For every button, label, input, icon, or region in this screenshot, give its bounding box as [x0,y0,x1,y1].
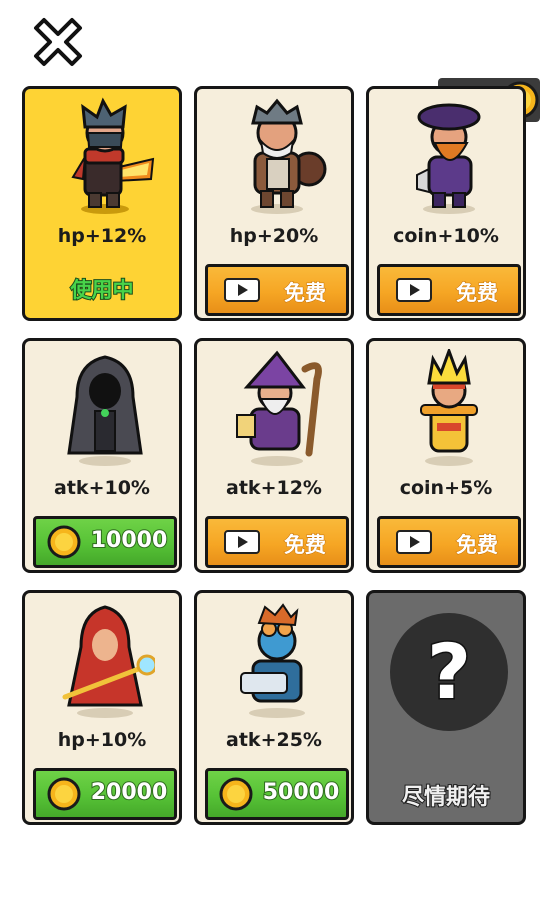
free-unlock-button[interactable]: 免费 [377,516,521,568]
free-unlock-button[interactable]: 免费 [205,516,349,568]
character-card-2[interactable]: hp+20% 免费 [194,86,354,321]
coming-soon-label: 尽情期待 [401,784,491,811]
locked-character-card: ? 尽情期待 [366,590,526,825]
goggles-engineer-portrait [240,603,305,718]
coin-icon [47,525,81,559]
golden-hero-portrait [420,349,478,466]
question-mark: ? [425,626,472,718]
free-unlock-button[interactable]: 免费 [377,264,521,316]
red-mage-portrait [62,605,155,718]
question-mark-icon: ? [390,613,508,731]
character-card-8[interactable]: atk+25% 50000 [194,590,354,825]
button-label: 免费 [284,533,327,558]
card-stat: atk+10% [54,477,150,499]
card-stat: atk+12% [226,477,322,499]
close-icon [34,18,82,66]
buy-button[interactable]: 10000 [33,516,177,568]
character-card-1[interactable]: hp+12% 使用中 [22,86,182,321]
pirate-dwarf-portrait [416,103,481,214]
character-card-6[interactable]: coin+5% 免费 [366,338,526,573]
coin-icon [219,777,253,811]
play-video-icon [396,278,432,302]
free-unlock-button[interactable]: 免费 [205,264,349,316]
play-video-icon [396,530,432,554]
button-label: 免费 [456,533,499,558]
viking-warrior-portrait [251,98,327,214]
card-stat: hp+20% [229,225,319,247]
character-card-4[interactable]: atk+10% 10000 [22,338,182,573]
character-card-5[interactable]: atk+12% 免费 [194,338,354,573]
price-label: 10000 [90,527,169,554]
character-card-3[interactable]: coin+10% 免费 [366,86,526,321]
close-button[interactable] [28,14,88,72]
card-stat: atk+25% [226,729,322,751]
button-label: 免费 [284,281,327,306]
card-stat: hp+12% [57,225,147,247]
buy-button[interactable]: 50000 [205,768,349,820]
hooded-assassin-portrait [67,355,143,466]
in-use-label: 使用中 [70,277,135,303]
price-label: 50000 [262,779,341,806]
red-scarf-knight-portrait [71,97,155,214]
card-stat: hp+10% [57,729,147,751]
button-label: 免费 [456,281,499,306]
card-stat: coin+5% [399,477,493,499]
price-label: 20000 [90,779,169,806]
purple-wizard-portrait [236,350,322,466]
character-card-7[interactable]: hp+10% 20000 [22,590,182,825]
play-video-icon [224,530,260,554]
card-stat: coin+10% [393,225,499,247]
buy-button[interactable]: 20000 [33,768,177,820]
coin-icon [47,777,81,811]
play-video-icon [224,278,260,302]
